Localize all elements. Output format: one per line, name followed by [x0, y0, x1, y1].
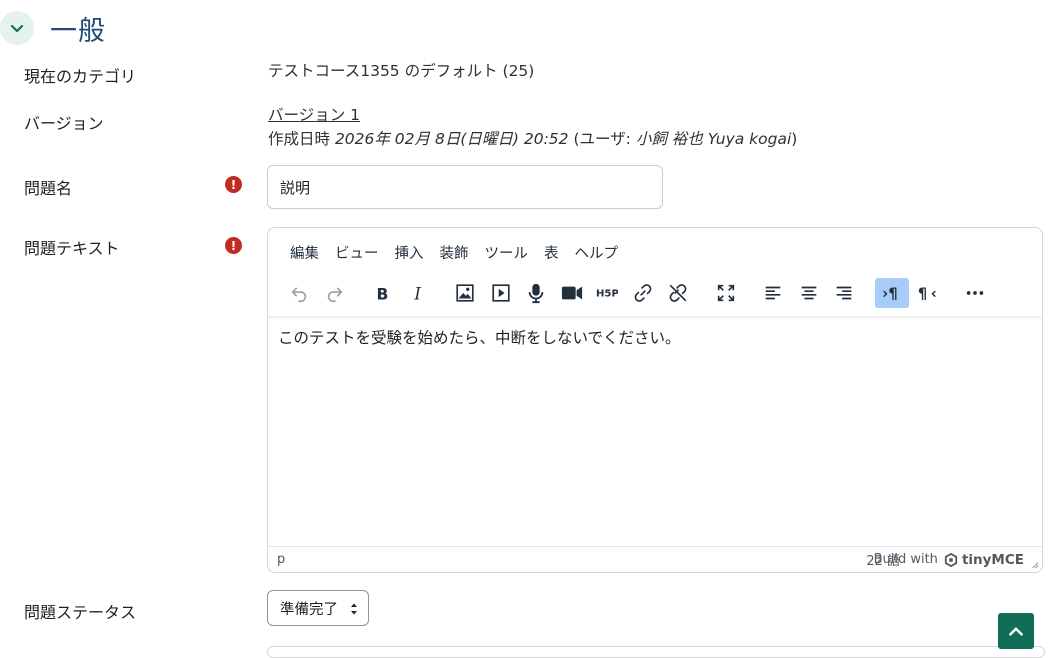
undo-button[interactable] — [282, 278, 316, 308]
required-icon: ! — [225, 176, 242, 193]
text-label: 問題テキスト — [24, 239, 120, 258]
chevron-up-icon — [1009, 627, 1023, 636]
h5p-icon: H5P — [596, 289, 618, 300]
fullscreen-icon — [717, 284, 734, 302]
created-prefix: 作成日時 — [268, 130, 335, 148]
ltr-icon: ¶ — [882, 286, 897, 303]
created-user-prefix: (ユーザ: — [568, 130, 636, 148]
ltr-button[interactable]: ¶ — [874, 278, 909, 308]
category-value: テストコース1355 のデフォルト (25) — [268, 62, 535, 80]
menu-edit[interactable]: 編集 — [282, 242, 327, 263]
menu-help[interactable]: ヘルプ — [567, 242, 627, 263]
image-icon — [456, 284, 474, 302]
menu-tools[interactable]: ツール — [477, 242, 537, 263]
created-user: 小飼 裕也 Yuya kogai — [635, 130, 792, 148]
more-button[interactable] — [958, 278, 992, 308]
status-label: 問題ステータス — [24, 603, 137, 622]
h5p-button[interactable]: H5P — [590, 278, 624, 308]
collapse-button[interactable] — [0, 11, 34, 45]
tinymce-branding[interactable]: Build with tinyMCE — [874, 552, 1024, 568]
editor-toolbar: B I H5P ¶ ¶ — [268, 276, 1042, 310]
svg-text:¶: ¶ — [918, 286, 927, 303]
menu-format[interactable]: 装飾 — [432, 242, 477, 263]
element-path[interactable]: p — [277, 552, 285, 567]
brand-name: tinyMCE — [961, 551, 1024, 568]
undo-icon — [291, 287, 307, 303]
category-label: 現在のカテゴリ — [24, 67, 137, 86]
align-right-icon — [836, 286, 852, 300]
align-center-icon — [801, 286, 816, 300]
microphone-icon — [528, 283, 544, 304]
status-select[interactable]: 準備完了 — [267, 590, 369, 626]
align-left-icon — [765, 286, 781, 300]
align-center-button[interactable] — [792, 278, 826, 308]
image-button[interactable] — [448, 278, 482, 308]
record-video-button[interactable] — [555, 278, 589, 308]
version-link[interactable]: バージョン 1 — [268, 106, 360, 124]
created-date: 2026年 02月 8日(日曜日) 20:52 — [334, 130, 569, 148]
svg-text:I: I — [413, 284, 421, 303]
section-header: 一般 — [0, 8, 106, 48]
created-info: 作成日時 2026年 02月 8日(日曜日) 20:52 (ユーザ: 小飼 裕也… — [268, 127, 797, 149]
align-left-button[interactable] — [756, 278, 790, 308]
tinymce-logo-icon — [944, 552, 958, 567]
svg-text:H5P: H5P — [596, 289, 618, 300]
chevron-down-icon — [10, 24, 24, 33]
rich-text-editor: 編集 ビュー 挿入 装飾 ツール 表 ヘルプ B I H5P ¶ ¶ このテスト… — [267, 227, 1043, 573]
back-to-top-button[interactable] — [998, 613, 1034, 649]
italic-button[interactable]: I — [401, 278, 435, 308]
editor-statusbar: p 22 語 Build with tinyMCE — [268, 546, 1042, 572]
media-icon — [491, 284, 510, 302]
video-camera-icon — [561, 286, 582, 300]
menu-insert[interactable]: 挿入 — [387, 242, 432, 263]
status-select-value: 準備完了 — [280, 601, 338, 618]
redo-button[interactable] — [318, 278, 352, 308]
align-right-button[interactable] — [827, 278, 861, 308]
more-icon — [966, 291, 983, 295]
branding-text: Build with — [873, 552, 938, 567]
name-label: 問題名 — [24, 179, 73, 198]
resize-handle-icon[interactable] — [1030, 560, 1039, 569]
svg-text:B: B — [377, 285, 389, 303]
select-arrows-icon — [351, 603, 357, 615]
section-title: 一般 — [50, 15, 106, 47]
version-label: バージョン — [24, 114, 104, 133]
rtl-button[interactable]: ¶ — [910, 278, 944, 308]
editor-menubar: 編集 ビュー 挿入 装飾 ツール 表 ヘルプ — [268, 238, 626, 266]
created-suffix: ) — [791, 130, 798, 148]
rtl-icon: ¶ — [918, 286, 936, 303]
next-field-box[interactable] — [267, 646, 1045, 658]
required-icon: ! — [225, 237, 242, 254]
unlink-button[interactable] — [661, 278, 695, 308]
question-name-input[interactable]: 説明 — [267, 165, 663, 209]
bold-button[interactable]: B — [365, 278, 399, 308]
unlink-icon — [669, 284, 687, 302]
italic-icon: I — [413, 284, 421, 303]
media-button[interactable] — [484, 278, 518, 308]
record-audio-button[interactable] — [519, 278, 553, 308]
redo-icon — [327, 287, 342, 303]
link-icon — [634, 284, 651, 302]
menu-table[interactable]: 表 — [536, 242, 567, 263]
menu-view[interactable]: ビュー — [327, 242, 387, 263]
bold-icon: B — [377, 285, 389, 303]
fullscreen-button[interactable] — [709, 278, 743, 308]
svg-text:¶: ¶ — [888, 286, 897, 303]
editor-content[interactable]: このテストを受験を始めたら、中断をしないでください。 — [278, 326, 681, 348]
link-button[interactable] — [626, 278, 660, 308]
